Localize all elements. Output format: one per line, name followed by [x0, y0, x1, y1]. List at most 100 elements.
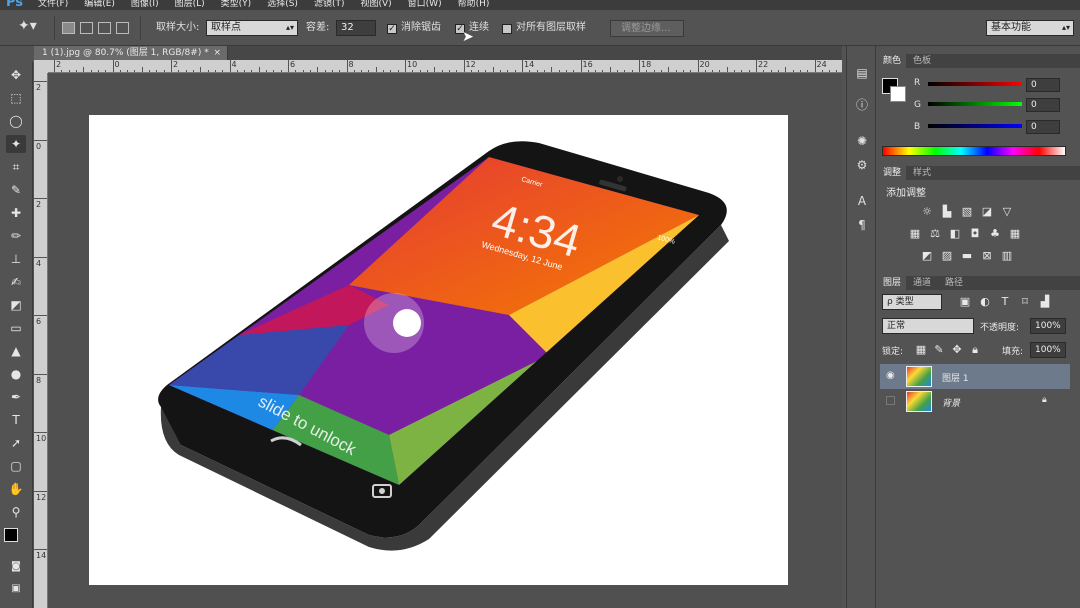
- tool-presets-icon[interactable]: ⚙: [853, 156, 871, 174]
- sample-size-select[interactable]: 取样点 ▴▾: [206, 20, 298, 36]
- tolerance-input[interactable]: 32: [336, 20, 376, 36]
- quick-mask-icon[interactable]: ◙: [6, 558, 26, 576]
- blur-tool-icon[interactable]: ▲: [6, 342, 26, 360]
- blue-value-input[interactable]: 0: [1026, 120, 1060, 134]
- fill-input[interactable]: 100%: [1030, 342, 1066, 358]
- opacity-input[interactable]: 100%: [1030, 318, 1066, 334]
- tab-styles[interactable]: 样式: [908, 166, 936, 180]
- character-panel-icon[interactable]: A: [853, 192, 871, 210]
- gradient-map-icon[interactable]: ▥: [1000, 250, 1014, 262]
- menu-file[interactable]: 文件(F): [38, 0, 68, 9]
- history-panel-icon[interactable]: ▤: [853, 64, 871, 82]
- menu-type[interactable]: 类型(Y): [221, 0, 252, 9]
- workspace-select[interactable]: 基本功能 ▴▾: [986, 20, 1074, 36]
- menu-help[interactable]: 帮助(H): [458, 0, 490, 9]
- hand-tool-icon[interactable]: ✋: [6, 480, 26, 498]
- curves-icon[interactable]: ▧: [960, 206, 974, 218]
- layer-row[interactable]: 背景 🔒︎: [880, 389, 1070, 414]
- lasso-tool-icon[interactable]: ◯: [6, 112, 26, 130]
- red-slider[interactable]: [928, 82, 1022, 86]
- channel-mixer-icon[interactable]: ♣: [988, 228, 1002, 240]
- vibrance-icon[interactable]: ▽: [1000, 206, 1014, 218]
- photo-filter-icon[interactable]: ◘: [968, 228, 982, 240]
- green-slider[interactable]: [928, 102, 1022, 106]
- menu-select[interactable]: 选择(S): [267, 0, 298, 9]
- filter-type-icon[interactable]: T: [998, 296, 1012, 308]
- tab-channels[interactable]: 通道: [908, 276, 936, 290]
- filter-shape-icon[interactable]: ⌑: [1018, 296, 1032, 308]
- move-tool-icon[interactable]: ✥: [6, 66, 26, 84]
- path-selection-tool-icon[interactable]: ➚: [6, 434, 26, 452]
- gradient-tool-icon[interactable]: ▭: [6, 319, 26, 337]
- shape-tool-icon[interactable]: ▢: [6, 457, 26, 475]
- vertical-ruler[interactable]: 2 0 2 4 6 8 10 12 14: [34, 73, 48, 608]
- color-balance-icon[interactable]: ⚖: [928, 228, 942, 240]
- add-selection-icon[interactable]: [80, 22, 93, 34]
- antialias-checkbox[interactable]: ✓: [387, 24, 397, 34]
- red-value-input[interactable]: 0: [1026, 78, 1060, 92]
- levels-icon[interactable]: ▙: [940, 206, 954, 218]
- eyedropper-tool-icon[interactable]: ✎: [6, 181, 26, 199]
- menu-layer[interactable]: 图层(L): [175, 0, 205, 9]
- pen-tool-icon[interactable]: ✒: [6, 388, 26, 406]
- blue-slider[interactable]: [928, 124, 1022, 128]
- brightness-icon[interactable]: ☼: [920, 206, 934, 218]
- crop-tool-icon[interactable]: ⌗: [6, 158, 26, 176]
- menu-window[interactable]: 窗口(W): [408, 0, 442, 9]
- filter-smart-icon[interactable]: ▟: [1038, 296, 1052, 308]
- eye-icon[interactable]: ◉: [886, 370, 895, 381]
- threshold-icon[interactable]: ▬: [960, 250, 974, 262]
- menu-edit[interactable]: 编辑(E): [84, 0, 115, 9]
- dodge-tool-icon[interactable]: ●: [6, 365, 26, 383]
- info-panel-icon[interactable]: ⓘ: [853, 96, 871, 114]
- menu-filter[interactable]: 滤镜(T): [314, 0, 345, 9]
- green-value-input[interactable]: 0: [1026, 98, 1060, 112]
- lock-position-icon[interactable]: ✥: [950, 344, 964, 356]
- document-tab[interactable]: 1 (1).jpg @ 80.7% (图层 1, RGB/8#) * ×: [34, 46, 228, 60]
- lock-all-icon[interactable]: 🔒︎: [968, 344, 982, 356]
- new-selection-icon[interactable]: [62, 22, 75, 34]
- black-white-icon[interactable]: ◧: [948, 228, 962, 240]
- layer-filter-select[interactable]: ρ 类型: [882, 294, 942, 310]
- invert-icon[interactable]: ◩: [920, 250, 934, 262]
- eraser-tool-icon[interactable]: ◩: [6, 296, 26, 314]
- exposure-icon[interactable]: ◪: [980, 206, 994, 218]
- filter-pixel-icon[interactable]: ▣: [958, 296, 972, 308]
- tab-color[interactable]: 颜色: [878, 54, 907, 68]
- tab-paths[interactable]: 路径: [940, 276, 968, 290]
- screen-mode-icon[interactable]: ▣: [6, 580, 26, 598]
- menu-view[interactable]: 视图(V): [360, 0, 391, 9]
- visibility-toggle[interactable]: [886, 396, 895, 405]
- close-icon[interactable]: ×: [213, 46, 221, 60]
- hue-saturation-icon[interactable]: ▦: [908, 228, 922, 240]
- paragraph-panel-icon[interactable]: ¶: [853, 216, 871, 234]
- filter-adjust-icon[interactable]: ◐: [978, 296, 992, 308]
- tab-layers[interactable]: 图层: [878, 276, 907, 290]
- zoom-tool-icon[interactable]: ⚲: [6, 503, 26, 521]
- lock-pixels-icon[interactable]: ✎: [932, 344, 946, 356]
- refine-edge-button[interactable]: 调整边缘...: [610, 20, 684, 37]
- menu-image[interactable]: 图像(I): [131, 0, 159, 9]
- marquee-tool-icon[interactable]: ⬚: [6, 89, 26, 107]
- document-canvas[interactable]: Carrier 100% 4:34 Wednesday, 12 June sli…: [89, 115, 788, 585]
- selective-color-icon[interactable]: ⊠: [980, 250, 994, 262]
- posterize-icon[interactable]: ▨: [940, 250, 954, 262]
- sample-all-layers-checkbox[interactable]: [502, 24, 512, 34]
- lock-transparent-icon[interactable]: ▦: [914, 344, 928, 356]
- tab-adjustments[interactable]: 调整: [878, 166, 907, 180]
- tab-swatches[interactable]: 色板: [908, 54, 936, 68]
- intersect-selection-icon[interactable]: [116, 22, 129, 34]
- horizontal-ruler[interactable]: 2 0 2 4 6 8 10 12 14 16 18 20 22 24: [48, 60, 842, 73]
- brush-presets-icon[interactable]: ✺: [853, 132, 871, 150]
- clone-stamp-tool-icon[interactable]: ⊥: [6, 250, 26, 268]
- color-spectrum-bar[interactable]: [882, 146, 1066, 156]
- healing-brush-tool-icon[interactable]: ✚: [6, 204, 26, 222]
- magic-wand-tool-icon[interactable]: ✦: [6, 135, 26, 153]
- color-lookup-icon[interactable]: ▦: [1008, 228, 1022, 240]
- history-brush-tool-icon[interactable]: ✍: [6, 273, 26, 291]
- type-tool-icon[interactable]: T: [6, 411, 26, 429]
- foreground-color-swatch[interactable]: [4, 528, 18, 542]
- brush-tool-icon[interactable]: ✏: [6, 227, 26, 245]
- background-color-swatch[interactable]: [890, 86, 906, 102]
- subtract-selection-icon[interactable]: [98, 22, 111, 34]
